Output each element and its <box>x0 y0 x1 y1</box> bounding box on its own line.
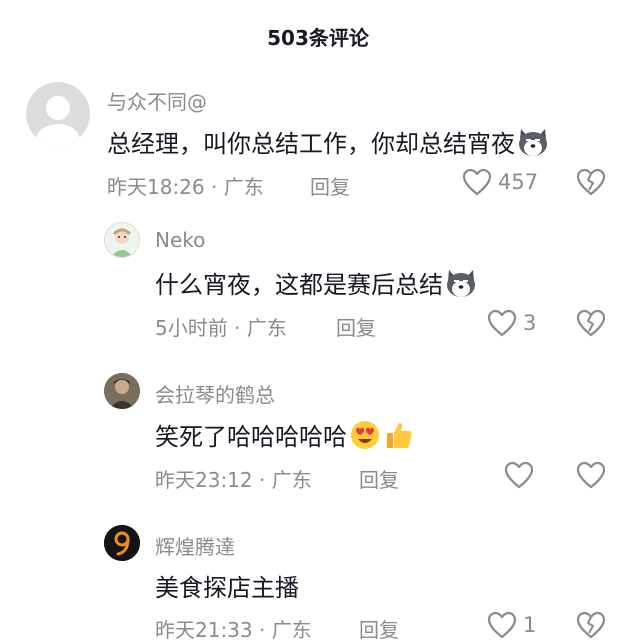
reply-button[interactable]: 回复 <box>336 312 376 341</box>
avatar[interactable] <box>104 525 140 561</box>
comment-meta: 昨天23:12 · 广东 <box>155 464 312 493</box>
thumbs-up-emoji-icon <box>383 419 415 457</box>
comment-location: 广东 <box>271 618 312 642</box>
husky-emoji-icon <box>445 268 477 304</box>
comment-location: 广东 <box>246 316 287 340</box>
like-button[interactable]: 1 <box>487 611 536 639</box>
comment-location: 广东 <box>271 468 312 492</box>
username[interactable]: 辉煌腾達 <box>155 531 235 560</box>
comment-meta: 昨天18:26 · 广东 <box>107 171 264 200</box>
like-heart-icon <box>487 611 517 639</box>
meta-separator: · <box>227 316 247 340</box>
like-heart-outline-icon <box>576 461 606 489</box>
comment-time: 昨天18:26 <box>107 175 205 199</box>
like-button[interactable]: 3 <box>487 309 536 337</box>
reply-button[interactable]: 回复 <box>359 614 399 643</box>
comment-text: 总经理，叫你总结工作，你却总结宵夜 <box>107 124 549 163</box>
comment-time: 昨天21:33 <box>155 618 253 642</box>
dislike-button[interactable] <box>576 461 606 493</box>
comment-body: 总经理，叫你总结工作，你却总结宵夜 <box>107 130 515 158</box>
avatar[interactable] <box>26 82 90 146</box>
username[interactable]: 与众不同@ <box>107 86 207 115</box>
meta-separator: · <box>252 468 272 492</box>
comment-body: 笑死了哈哈哈哈哈 <box>155 423 347 451</box>
username[interactable]: Neko <box>155 228 205 252</box>
dislike-broken-heart-icon <box>576 168 606 196</box>
avatar-image <box>104 525 140 561</box>
comment-meta: 昨天21:33 · 广东 <box>155 614 312 643</box>
username[interactable]: 会拉琴的鹤总 <box>155 379 275 408</box>
reply-button[interactable]: 回复 <box>359 464 399 493</box>
like-count: 1 <box>523 613 537 637</box>
comment-meta: 5小时前 · 广东 <box>155 312 287 341</box>
comment-text: 笑死了哈哈哈哈哈 <box>155 417 415 457</box>
dislike-broken-heart-icon <box>576 611 606 639</box>
comment-time: 5小时前 <box>155 316 228 340</box>
comment-text: 美食探店主播 <box>155 568 299 603</box>
like-heart-icon <box>487 309 517 337</box>
comment-time: 昨天23:12 <box>155 468 253 492</box>
like-button[interactable] <box>504 461 540 489</box>
dislike-broken-heart-icon <box>576 309 606 337</box>
comment-text: 什么宵夜，这都是赛后总结 <box>155 265 477 304</box>
comment-body: 美食探店主播 <box>155 574 299 602</box>
comments-count-title: 503条评论 <box>267 26 369 50</box>
dislike-button[interactable] <box>576 611 606 643</box>
reply-button[interactable]: 回复 <box>310 171 350 200</box>
dislike-button[interactable] <box>576 309 606 341</box>
heart-eyes-emoji-icon <box>349 419 381 457</box>
avatar-image <box>104 373 140 409</box>
like-count: 457 <box>498 170 539 194</box>
meta-separator: · <box>204 175 224 199</box>
comment-body: 什么宵夜，这都是赛后总结 <box>155 271 443 299</box>
default-avatar-icon <box>36 96 80 146</box>
husky-emoji-icon <box>517 127 549 163</box>
meta-separator: · <box>252 618 272 642</box>
avatar-image <box>111 228 133 257</box>
like-heart-icon <box>462 168 492 196</box>
avatar[interactable] <box>104 222 140 258</box>
like-count: 3 <box>523 311 537 335</box>
dislike-button[interactable] <box>576 168 606 200</box>
comment-location: 广东 <box>223 175 264 199</box>
like-button[interactable]: 457 <box>462 168 538 196</box>
avatar[interactable] <box>104 373 140 409</box>
like-heart-icon <box>504 461 534 489</box>
